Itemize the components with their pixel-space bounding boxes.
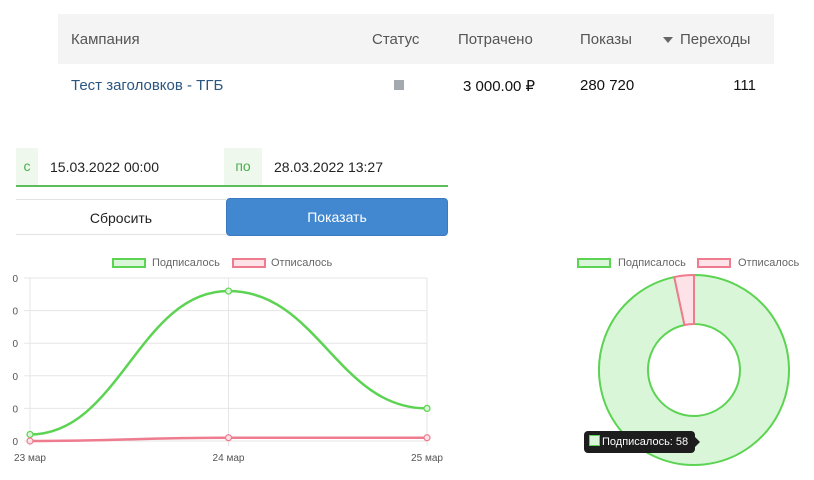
legend-swatch-subscribed[interactable]	[112, 258, 146, 268]
x-tick-label: 23 мар	[14, 453, 46, 464]
y-tick-label: 0	[12, 372, 18, 383]
column-header-clicks[interactable]: Переходы	[680, 31, 750, 48]
column-header-impressions[interactable]: Показы	[580, 31, 632, 48]
legend-swatch-unsubscribed[interactable]	[232, 258, 266, 268]
column-header-status[interactable]: Статус	[372, 31, 419, 48]
y-tick-label: 0	[12, 339, 18, 350]
line-chart: 0 0 0 0 0 0 23 мар 24 мар 25 мар	[12, 274, 443, 464]
reset-button[interactable]: Сбросить	[16, 199, 226, 235]
spent-value: 3 000.00 ₽	[463, 78, 536, 95]
data-point-subscribed	[26, 430, 34, 439]
impressions-value: 280 720	[580, 77, 635, 94]
date-to-label: по	[224, 148, 262, 185]
legend-label-unsubscribed[interactable]: Отписалось	[738, 257, 799, 269]
data-point-subscribed	[423, 404, 431, 412]
campaign-name-link[interactable]: Тест заголовков - ТГБ	[71, 77, 223, 94]
legend-swatch-unsubscribed[interactable]	[697, 258, 731, 268]
campaign-table-header: Кампания Статус Потрачено Показы Переход…	[58, 14, 774, 64]
x-tick-label: 24 мар	[213, 453, 245, 464]
y-tick-label: 0	[12, 404, 18, 415]
table-row: Тест заголовков - ТГБ 3 000.00 ₽ 280 720…	[58, 64, 774, 108]
data-point-unsubscribed	[26, 437, 34, 445]
column-header-spent[interactable]: Потрачено	[458, 31, 533, 48]
legend-label-subscribed[interactable]: Подписалось	[618, 257, 686, 269]
data-point-unsubscribed	[423, 434, 431, 442]
data-point-subscribed	[224, 287, 233, 295]
x-tick-label: 25 мар	[411, 453, 443, 464]
legend-label-subscribed[interactable]: Подписалось	[152, 257, 220, 269]
y-tick-label: 0	[12, 274, 18, 285]
legend-label-unsubscribed[interactable]: Отписалось	[271, 257, 332, 269]
column-header-campaign[interactable]: Кампания	[71, 31, 140, 48]
tooltip-swatch	[589, 435, 600, 446]
show-button[interactable]: Показать	[226, 198, 448, 236]
date-range-filter: с 15.03.2022 00:00 по 28.03.2022 13:27	[16, 148, 448, 187]
chart-tooltip: Подписалось: 58	[584, 431, 701, 453]
sort-desc-icon[interactable]	[663, 37, 673, 43]
clicks-value: 111	[733, 77, 756, 94]
data-point-unsubscribed	[224, 434, 233, 442]
date-from-input[interactable]: 15.03.2022 00:00	[50, 159, 159, 175]
legend-swatch-subscribed[interactable]	[577, 258, 611, 268]
date-to-input[interactable]: 28.03.2022 13:27	[274, 159, 383, 175]
date-from-label: с	[16, 148, 38, 185]
y-tick-label: 0	[12, 437, 18, 448]
tooltip-text: Подписалось: 58	[602, 436, 689, 448]
y-tick-label: 0	[12, 307, 18, 318]
status-indicator	[394, 80, 404, 90]
